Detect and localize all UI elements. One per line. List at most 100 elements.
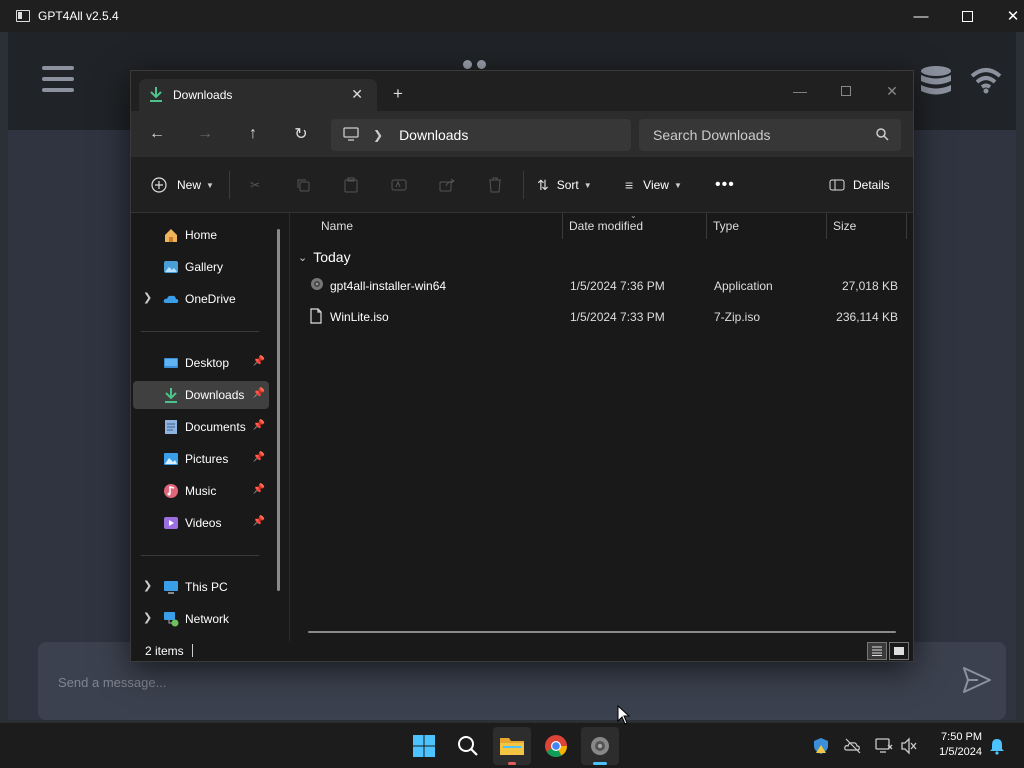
chevron-right-icon[interactable]: ❯ bbox=[143, 291, 152, 304]
breadcrumb[interactable]: ❯ Downloads bbox=[331, 119, 631, 151]
text-cursor bbox=[192, 644, 193, 657]
column-header-date[interactable]: Date modified bbox=[569, 219, 643, 233]
sidebar-item-onedrive[interactable]: ❯ OneDrive bbox=[133, 285, 269, 313]
explorer-close-button[interactable]: ✕ bbox=[869, 77, 913, 105]
explorer-maximize-button[interactable] bbox=[823, 77, 869, 105]
sort-icon: ⇅ bbox=[537, 176, 549, 193]
sidebar-item-downloads[interactable]: Downloads 📌 bbox=[133, 381, 269, 409]
details-button[interactable]: Details bbox=[829, 173, 890, 197]
clock-date: 1/5/2024 bbox=[939, 746, 982, 758]
column-header-name[interactable]: Name bbox=[321, 219, 353, 233]
pin-icon[interactable]: 📌 bbox=[253, 388, 265, 399]
close-button[interactable]: ✕ bbox=[990, 0, 1024, 32]
sidebar-item-network[interactable]: ❯ Network bbox=[133, 605, 269, 633]
view-button[interactable]: ≡ View ▼ bbox=[625, 173, 682, 197]
this-pc-icon bbox=[164, 581, 178, 594]
group-header-today[interactable]: ⌄ Today bbox=[298, 249, 351, 265]
search-input[interactable]: Search Downloads bbox=[639, 119, 901, 151]
chevron-right-icon[interactable]: ❯ bbox=[373, 128, 383, 142]
sidebar-item-thispc[interactable]: ❯ This PC bbox=[133, 573, 269, 601]
new-button[interactable]: New ▼ bbox=[151, 173, 214, 197]
column-header-size[interactable]: Size bbox=[833, 219, 856, 233]
up-button[interactable]: ↑ bbox=[241, 123, 265, 145]
file-explorer-taskbar-button[interactable] bbox=[493, 727, 531, 765]
sidebar-item-desktop[interactable]: Desktop 📌 bbox=[133, 349, 269, 377]
windows-logo-icon bbox=[413, 735, 435, 757]
delete-icon[interactable] bbox=[483, 173, 507, 197]
onedrive-offline-icon[interactable] bbox=[844, 737, 862, 755]
navigation-pane: Home Gallery ❯ OneDrive Desktop 📌 Downlo… bbox=[131, 213, 289, 641]
pin-icon[interactable]: 📌 bbox=[253, 356, 265, 367]
notification-bell-icon[interactable] bbox=[988, 737, 1006, 755]
add-circle-icon bbox=[151, 177, 167, 193]
cut-icon[interactable]: ✂ bbox=[243, 173, 267, 197]
sidebar-item-music[interactable]: Music 📌 bbox=[133, 477, 269, 505]
status-bar: 2 items bbox=[131, 641, 913, 661]
computer-icon bbox=[343, 126, 359, 144]
network-status-icon[interactable] bbox=[875, 737, 893, 755]
search-placeholder: Search Downloads bbox=[653, 127, 771, 143]
column-header-type[interactable]: Type bbox=[713, 219, 739, 233]
more-options-icon[interactable]: ••• bbox=[715, 173, 735, 197]
new-tab-button[interactable]: + bbox=[393, 84, 403, 104]
pin-icon[interactable]: 📌 bbox=[253, 484, 265, 495]
hamburger-menu-icon[interactable] bbox=[42, 66, 74, 96]
item-count: 2 items bbox=[145, 644, 184, 658]
search-button[interactable] bbox=[449, 727, 487, 765]
security-shield-icon[interactable] bbox=[812, 737, 830, 755]
explorer-tab-bar: Downloads ✕ + — ✕ bbox=[131, 71, 913, 111]
gpt4all-app-icon bbox=[16, 10, 30, 22]
onedrive-cloud-icon bbox=[163, 295, 179, 303]
database-icon[interactable] bbox=[920, 66, 952, 99]
sort-button[interactable]: ⇅ Sort ▼ bbox=[537, 173, 592, 197]
system-clock[interactable]: 7:50 PM 1/5/2024 bbox=[928, 730, 982, 760]
download-icon bbox=[149, 86, 163, 105]
file-row-winlite-iso[interactable]: WinLite.iso 1/5/2024 7:33 PM 7-Zip.iso 2… bbox=[298, 302, 908, 330]
forward-button[interactable]: → bbox=[193, 123, 217, 145]
chrome-taskbar-button[interactable] bbox=[537, 727, 575, 765]
minimize-button[interactable]: — bbox=[898, 0, 944, 32]
address-bar: ← → ↑ ↻ ❯ Downloads Search Downloads bbox=[131, 111, 913, 157]
sidebar-item-gallery[interactable]: Gallery bbox=[133, 253, 269, 281]
refresh-button[interactable]: ↻ bbox=[289, 123, 313, 145]
explorer-minimize-button[interactable]: — bbox=[777, 77, 823, 105]
home-icon bbox=[165, 229, 177, 242]
gpt4all-title: GPT4All v2.5.4 bbox=[38, 9, 119, 23]
pin-icon[interactable]: 📌 bbox=[253, 516, 265, 527]
gallery-icon bbox=[164, 261, 178, 273]
sidebar-item-pictures[interactable]: Pictures 📌 bbox=[133, 445, 269, 473]
share-icon[interactable] bbox=[435, 173, 459, 197]
details-view-toggle[interactable] bbox=[867, 642, 887, 660]
details-pane-icon bbox=[829, 179, 845, 191]
sidebar-item-home[interactable]: Home bbox=[133, 221, 269, 249]
pin-icon[interactable]: 📌 bbox=[253, 452, 265, 463]
tiles-view-toggle[interactable] bbox=[889, 642, 909, 660]
taskbar: 7:50 PM 1/5/2024 bbox=[0, 722, 1024, 768]
paste-icon[interactable] bbox=[339, 173, 363, 197]
send-icon[interactable] bbox=[962, 666, 992, 697]
chevron-right-icon[interactable]: ❯ bbox=[143, 579, 152, 592]
breadcrumb-downloads[interactable]: Downloads bbox=[399, 127, 468, 143]
volume-muted-icon[interactable] bbox=[900, 737, 918, 755]
tab-downloads[interactable]: Downloads ✕ bbox=[139, 79, 377, 111]
sidebar-item-videos[interactable]: Videos 📌 bbox=[133, 509, 269, 537]
command-bar: New ▼ ✂ ⇅ Sort ▼ ≡ View ▼ ••• Details bbox=[131, 157, 913, 213]
tab-close-icon[interactable]: ✕ bbox=[351, 86, 363, 103]
pictures-icon bbox=[164, 453, 178, 465]
maximize-button[interactable] bbox=[944, 0, 990, 32]
pin-icon[interactable]: 📌 bbox=[253, 420, 265, 431]
sidebar-item-documents[interactable]: Documents 📌 bbox=[133, 413, 269, 441]
copy-icon[interactable] bbox=[291, 173, 315, 197]
back-button[interactable]: ← bbox=[145, 123, 169, 145]
wifi-icon[interactable] bbox=[970, 66, 1002, 97]
gpt4all-titlebar: GPT4All v2.5.4 — ✕ bbox=[0, 0, 1024, 32]
file-row-gpt4all-installer[interactable]: gpt4all-installer-win64 1/5/2024 7:36 PM… bbox=[298, 271, 908, 299]
start-button[interactable] bbox=[405, 727, 443, 765]
gpt4all-taskbar-button[interactable] bbox=[581, 727, 619, 765]
music-icon bbox=[164, 484, 178, 498]
chevron-right-icon[interactable]: ❯ bbox=[143, 611, 152, 624]
nav-scrollbar[interactable] bbox=[277, 229, 280, 591]
chevron-down-icon: ⌄ bbox=[298, 251, 308, 264]
horizontal-scrollbar[interactable] bbox=[308, 631, 896, 633]
rename-icon[interactable] bbox=[387, 173, 411, 197]
